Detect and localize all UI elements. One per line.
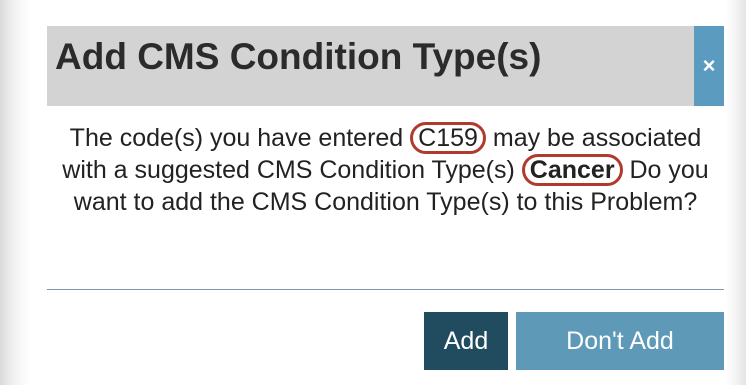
code-value: C159	[410, 122, 486, 154]
condition-value: Cancer	[521, 154, 623, 186]
message-text-1: The code(s) you have entered	[69, 124, 411, 152]
footer-divider	[47, 289, 724, 290]
dont-add-button[interactable]: Don't Add	[516, 312, 724, 370]
dialog-message: The code(s) you have entered C159 may be…	[47, 122, 724, 218]
dialog-header: Add CMS Condition Type(s) ×	[47, 26, 724, 106]
left-shadow	[0, 0, 30, 385]
cms-condition-dialog: Add CMS Condition Type(s) × The code(s) …	[30, 10, 726, 385]
dialog-title: Add CMS Condition Type(s)	[55, 36, 542, 77]
add-button[interactable]: Add	[424, 312, 508, 370]
right-shadow	[726, 0, 746, 385]
close-button[interactable]: ×	[694, 26, 724, 106]
